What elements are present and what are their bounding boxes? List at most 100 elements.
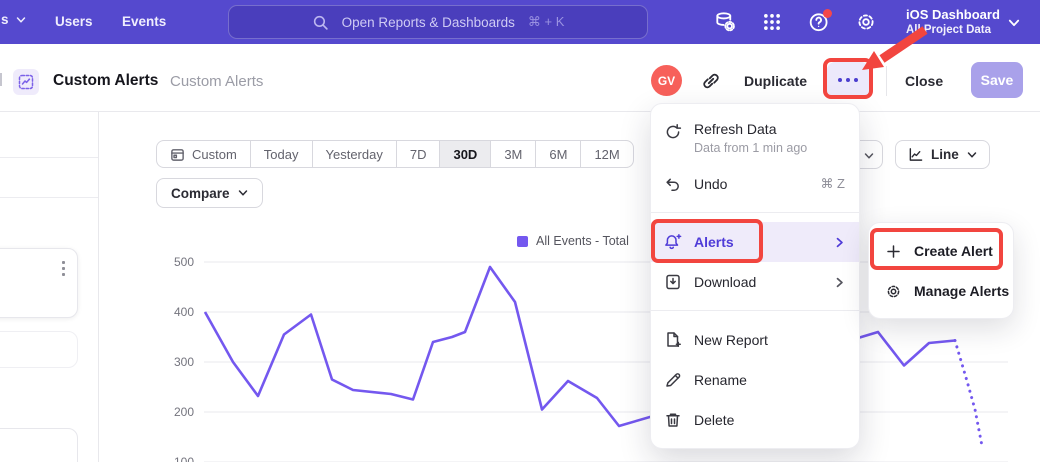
menu-item-label: Download — [694, 274, 756, 291]
report-header: Custom Alerts Custom Alerts GV Duplicate… — [0, 44, 1040, 112]
menu-item-label: New Report — [694, 332, 768, 349]
settings-gear-icon[interactable] — [855, 11, 877, 33]
nav-item-users[interactable]: Users — [55, 14, 93, 29]
download-icon — [664, 273, 682, 291]
date-range-today[interactable]: Today — [250, 141, 312, 167]
close-button[interactable]: Close — [905, 73, 943, 89]
menu-divider — [651, 212, 859, 213]
data-management-icon[interactable] — [714, 11, 736, 33]
nav-item-events[interactable]: Events — [122, 14, 166, 29]
date-range-6m[interactable]: 6M — [535, 141, 580, 167]
project-name: iOS Dashboard — [906, 6, 1000, 23]
date-range-custom[interactable]: Custom — [157, 141, 250, 167]
date-range-3m[interactable]: 3M — [490, 141, 535, 167]
share-link-icon[interactable] — [700, 70, 722, 92]
chevron-down-icon — [1008, 17, 1020, 29]
compare-label: Compare — [171, 186, 230, 201]
menu-item-alerts[interactable]: Alerts — [651, 222, 859, 262]
svg-text:400: 400 — [174, 305, 194, 319]
duplicate-button[interactable]: Duplicate — [744, 73, 807, 89]
nav-item-truncated[interactable]: s — [1, 12, 26, 27]
undo-icon — [664, 175, 682, 193]
menu-item-refresh-data[interactable]: Refresh Data Data from 1 min ago — [651, 114, 859, 164]
menu-item-new-report[interactable]: New Report — [651, 320, 859, 360]
svg-text:500: 500 — [174, 255, 194, 269]
submenu-item-label: Create Alert — [914, 243, 993, 259]
search-shortcut: ⌘ + K — [528, 14, 565, 30]
submenu-item-create-alert[interactable]: Create Alert — [869, 231, 1013, 271]
app-window: 500 400 300 200 100 s Users Events Open Repo… — [0, 0, 1040, 462]
menu-item-rename[interactable]: Rename — [651, 360, 859, 400]
more-options-menu: Refresh Data Data from 1 min ago Undo ⌘ Z Al… — [650, 103, 860, 449]
keyboard-shortcut: ⌘ Z — [820, 176, 845, 192]
project-scope: All Project Data — [906, 23, 1000, 38]
date-range-12m[interactable]: 12M — [580, 141, 632, 167]
plus-icon — [885, 243, 902, 260]
menu-item-label: Rename — [694, 372, 747, 389]
notification-badge — [823, 9, 832, 18]
sidebar-divider — [0, 157, 98, 158]
report-card[interactable] — [0, 331, 78, 368]
search-icon — [312, 14, 329, 31]
menu-item-label: Refresh Data — [694, 121, 807, 138]
menu-item-label: Delete — [694, 412, 734, 429]
more-options-button[interactable] — [827, 62, 869, 98]
date-range-selector: CustomTodayYesterday7D30D3M6M12M — [156, 140, 634, 168]
user-avatar[interactable]: GV — [651, 65, 682, 96]
alerts-submenu: Create Alert Manage Alerts — [868, 222, 1014, 319]
svg-text:200: 200 — [174, 405, 194, 419]
project-switcher[interactable]: iOS Dashboard All Project Data — [906, 6, 1000, 38]
calendar-icon — [170, 147, 185, 162]
help-icon[interactable] — [808, 11, 830, 33]
nav-item-truncated-label: s — [1, 12, 9, 27]
report-card[interactable] — [0, 248, 78, 318]
report-board-icon — [13, 69, 39, 95]
svg-text:300: 300 — [174, 355, 194, 369]
header-divider — [886, 66, 887, 96]
chevron-down-icon — [864, 151, 874, 161]
menu-item-sublabel: Data from 1 min ago — [694, 141, 807, 155]
gear-icon — [885, 283, 902, 300]
sidebar-divider — [0, 197, 98, 198]
menu-item-undo[interactable]: Undo ⌘ Z — [651, 164, 859, 204]
date-range-7d[interactable]: 7D — [396, 141, 440, 167]
card-menu-icon[interactable] — [62, 261, 65, 276]
clipped-edge-element — [0, 73, 2, 86]
breadcrumb: Custom Alerts — [170, 73, 263, 90]
chevron-right-icon — [834, 277, 845, 288]
refresh-icon — [664, 123, 682, 141]
search-placeholder: Open Reports & Dashboards — [342, 15, 515, 30]
menu-item-delete[interactable]: Delete — [651, 400, 859, 440]
pencil-icon — [664, 371, 682, 389]
file-plus-icon — [664, 331, 682, 349]
search-bar[interactable]: Open Reports & Dashboards ⌘ + K — [228, 5, 648, 39]
top-navbar: s Users Events Open Reports & Dashboards… — [0, 0, 1040, 44]
chart-legend: All Events - Total — [517, 234, 629, 248]
apps-grid-icon[interactable] — [761, 11, 783, 33]
chevron-right-icon — [834, 237, 845, 248]
svg-text:100: 100 — [174, 455, 194, 462]
legend-swatch — [517, 236, 528, 247]
date-range-30d[interactable]: 30D — [439, 141, 490, 167]
chevron-down-icon — [16, 15, 26, 25]
report-card[interactable] — [0, 428, 78, 462]
bell-plus-icon — [664, 233, 682, 251]
submenu-item-manage-alerts[interactable]: Manage Alerts — [869, 271, 1013, 311]
chart-type-label: Line — [931, 147, 959, 162]
chevron-down-icon — [967, 150, 977, 160]
date-range-yesterday[interactable]: Yesterday — [312, 141, 396, 167]
save-button[interactable]: Save — [971, 62, 1023, 98]
dashboard-sidebar — [0, 112, 99, 462]
chevron-down-icon — [238, 188, 248, 198]
trash-icon — [664, 411, 682, 429]
submenu-item-label: Manage Alerts — [914, 283, 1009, 299]
chart-type-button[interactable]: Line — [895, 140, 990, 169]
page-title: Custom Alerts — [53, 72, 158, 90]
menu-item-label: Undo — [694, 176, 727, 193]
legend-label: All Events - Total — [536, 234, 629, 248]
line-chart-icon — [908, 147, 923, 162]
menu-item-label: Alerts — [694, 234, 734, 251]
compare-button[interactable]: Compare — [156, 178, 263, 208]
menu-item-download[interactable]: Download — [651, 262, 859, 302]
menu-divider — [651, 310, 859, 311]
